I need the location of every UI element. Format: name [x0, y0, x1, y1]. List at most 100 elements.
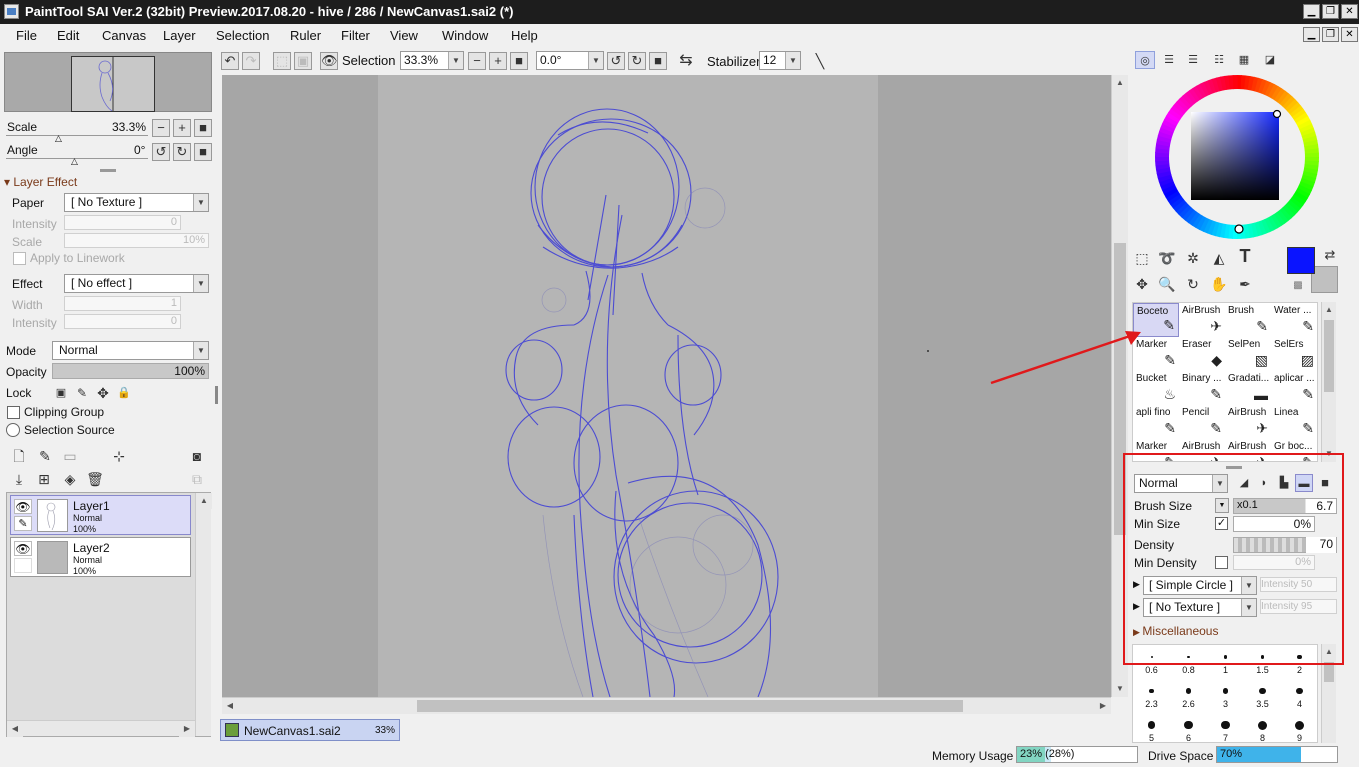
paper-dropdown[interactable]: [ No Texture ] ▼ [64, 193, 209, 212]
zoom-in-button[interactable]: + [173, 119, 191, 137]
brush-slot[interactable]: Binary ... ✎ [1179, 371, 1225, 405]
zoom-in-icon[interactable]: + [489, 52, 507, 70]
canvas-paper[interactable] [378, 75, 878, 697]
hue-ring-segment[interactable] [1232, 75, 1238, 90]
layer-row[interactable]: 👁 ✎ Layer1 Normal 100% [10, 495, 191, 535]
close-button[interactable]: ✕ [1341, 4, 1358, 19]
angle-slider-handle[interactable]: △ [71, 156, 78, 167]
lock-transparency-icon[interactable]: ▣ [52, 384, 70, 402]
menu-window[interactable]: Window [442, 28, 488, 43]
doc-close-button[interactable]: ✕ [1341, 27, 1358, 42]
blend-mode-dropdown[interactable]: Normal ▼ [52, 341, 209, 360]
menu-layer[interactable]: Layer [163, 28, 196, 43]
menu-canvas[interactable]: Canvas [102, 28, 146, 43]
rotate-right-icon[interactable]: ↻ [628, 52, 646, 70]
primary-color-swatch[interactable] [1287, 247, 1315, 274]
size-preset[interactable]: 2.3 [1133, 679, 1170, 713]
brush-slot[interactable]: aplicar ... ✎ [1271, 371, 1317, 405]
color-wheel-tab-icon[interactable]: ◎ [1135, 51, 1155, 69]
zoom-out-icon[interactable]: − [468, 52, 486, 70]
hsv-sliders-tab-icon[interactable]: ☰ [1183, 51, 1203, 69]
scroll-up-icon[interactable]: ▲ [1112, 75, 1128, 91]
scratchpad-tab-icon[interactable]: ▦ [1234, 51, 1254, 69]
lock-all-icon[interactable]: 🔒 [115, 384, 133, 402]
scroll-right-icon[interactable]: ▶ [1095, 698, 1111, 714]
size-preset[interactable]: 6 [1170, 713, 1207, 742]
rotate-right-button[interactable]: ↻ [173, 143, 191, 161]
scale-slider-track[interactable] [6, 135, 148, 136]
zoom-out-button[interactable]: − [152, 119, 170, 137]
layer-effect-header[interactable]: ▾ Layer Effect [4, 175, 77, 189]
rotate-left-icon[interactable]: ↺ [607, 52, 625, 70]
pen-slot[interactable] [14, 558, 32, 573]
lock-paint-icon[interactable]: ✎ [73, 384, 91, 402]
opacity-slider[interactable]: 100% [52, 363, 209, 379]
scroll-left-icon[interactable]: ◀ [222, 698, 238, 714]
panel-resize-handle[interactable] [215, 386, 218, 404]
layer-row[interactable]: 👁 Layer2 Normal 100% [10, 537, 191, 577]
document-tab[interactable]: NewCanvas1.sai2 33% [220, 719, 400, 741]
transparent-color-icon[interactable]: ▩ [1289, 277, 1307, 295]
undo-button[interactable]: ↶ [221, 52, 239, 70]
move-icon[interactable]: ✥ [1133, 275, 1151, 293]
layer-list-scrollbar[interactable]: ▲ [195, 493, 212, 736]
shape-tool-icon[interactable]: ◭ [1210, 249, 1228, 267]
new-linework-layer-icon[interactable]: ✎ [36, 447, 54, 465]
straight-line-icon[interactable]: ╲ [811, 52, 829, 70]
new-layer-icon[interactable]: 🗋 [10, 447, 28, 465]
selection-source-toggle[interactable] [6, 423, 20, 437]
brush-slot[interactable]: Brush ✎ [1225, 303, 1271, 337]
eye-icon[interactable]: 👁 [14, 541, 32, 556]
pen-icon[interactable]: ✎ [14, 516, 32, 531]
canvas-hscrollbar[interactable]: ◀ ▶ [222, 697, 1111, 714]
minimize-button[interactable]: ▁ [1303, 4, 1320, 19]
layer-mask-icon[interactable]: ◙ [188, 447, 206, 465]
menu-help[interactable]: Help [511, 28, 538, 43]
lock-move-icon[interactable]: ✥ [94, 384, 112, 402]
magic-wand-icon[interactable]: ✲ [1184, 249, 1202, 267]
hue-ring-segment[interactable] [1304, 152, 1319, 158]
size-preset[interactable]: 7 [1207, 713, 1244, 742]
doc-minimize-button[interactable]: ▁ [1303, 27, 1320, 42]
sketch-drawing[interactable] [378, 75, 878, 697]
brush-slot[interactable]: SelPen ▧ [1225, 337, 1271, 371]
size-preset[interactable]: 2.6 [1170, 679, 1207, 713]
zoom-dropdown[interactable]: 33.3% ▼ [400, 51, 464, 70]
flip-horizontal-icon[interactable]: ⇆ [677, 52, 695, 70]
navigator-viewport[interactable] [71, 56, 155, 112]
brush-slot[interactable]: SelErs ▨ [1271, 337, 1317, 371]
size-preset[interactable]: 3 [1207, 679, 1244, 713]
text-tool-icon[interactable]: T [1236, 247, 1254, 265]
size-preset[interactable]: 5 [1133, 713, 1170, 742]
size-scroll-thumb[interactable] [1324, 662, 1334, 682]
menu-selection[interactable]: Selection [216, 28, 269, 43]
brush-slot[interactable]: AirBrush ✈ [1179, 303, 1225, 337]
layer-list-hscroll[interactable]: ◀ ▶ [7, 720, 195, 737]
palette-tab-icon[interactable]: ◪ [1260, 51, 1280, 69]
menu-view[interactable]: View [390, 28, 418, 43]
secondary-color-swatch[interactable] [1311, 266, 1338, 293]
menu-ruler[interactable]: Ruler [290, 28, 321, 43]
brush-scroll-thumb[interactable] [1324, 320, 1334, 392]
merge-layer-icon[interactable]: ⊞ [35, 470, 53, 488]
color-wheel[interactable] [1154, 74, 1320, 240]
size-preset[interactable]: 9 [1281, 713, 1317, 742]
menu-filter[interactable]: Filter [341, 28, 370, 43]
scale-slider-handle[interactable]: △ [55, 133, 62, 144]
menu-edit[interactable]: Edit [57, 28, 79, 43]
hscroll-thumb[interactable] [417, 700, 963, 712]
zoom-reset-button[interactable]: ■ [194, 119, 212, 137]
layer-transform-icon[interactable]: ⊹ [110, 447, 128, 465]
brush-slot[interactable]: Gradati... ▬ [1225, 371, 1271, 405]
brush-slot[interactable]: Water ... ✎ [1271, 303, 1317, 337]
zoom-reset-icon[interactable]: ■ [510, 52, 528, 70]
new-folder-icon[interactable]: ▭ [61, 447, 79, 465]
rotation-dropdown[interactable]: 0.0° ▼ [536, 51, 604, 70]
swap-colors-icon[interactable]: ⇄ [1321, 246, 1339, 264]
scroll-up-icon[interactable]: ▲ [1322, 302, 1336, 318]
rotate-reset-icon[interactable]: ■ [649, 52, 667, 70]
brush-slot[interactable]: AirBrush ✈ [1225, 405, 1271, 439]
rgb-sliders-tab-icon[interactable]: ☰ [1159, 51, 1179, 69]
clear-layer-icon[interactable]: ◈ [61, 470, 79, 488]
invert-selection-button[interactable]: ▣ [294, 52, 312, 70]
